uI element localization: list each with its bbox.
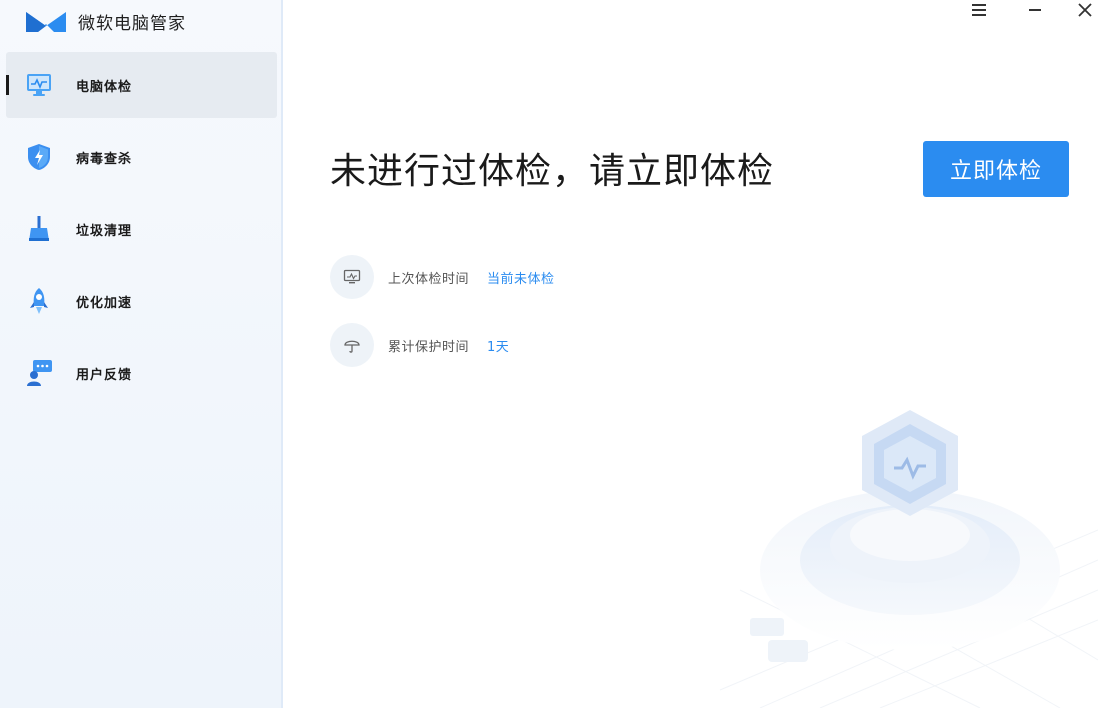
last-checkup-label: 上次体检时间 bbox=[388, 271, 470, 287]
sidebar-item-label: 电脑体检 bbox=[76, 79, 133, 95]
protection-time-value: 1天 bbox=[487, 339, 510, 355]
minimize-icon[interactable] bbox=[1022, 0, 1048, 20]
sidebar-item-optimize-speed[interactable]: 优化加速 bbox=[6, 268, 277, 334]
protection-time-row: 累计保护时间 1天 bbox=[330, 323, 509, 367]
broom-icon bbox=[24, 214, 54, 244]
sidebar-item-junk-cleanup[interactable]: 垃圾清理 bbox=[6, 196, 277, 262]
brand: 微软电脑管家 bbox=[26, 6, 186, 36]
checkup-illustration bbox=[719, 410, 1098, 708]
feedback-user-icon bbox=[24, 358, 54, 388]
page-headline: 未进行过体检，请立即体检 bbox=[330, 151, 775, 192]
last-checkup-value: 当前未体检 bbox=[487, 271, 555, 287]
sidebar-item-user-feedback[interactable]: 用户反馈 bbox=[6, 340, 277, 406]
app-logo-icon bbox=[26, 12, 66, 32]
start-checkup-button[interactable]: 立即体检 bbox=[923, 141, 1069, 197]
sidebar: 微软电脑管家 电脑体检 病毒查杀 垃圾清理 优化加速 用户反馈 bbox=[0, 0, 283, 708]
sidebar-item-label: 优化加速 bbox=[76, 295, 133, 311]
last-checkup-row: 上次体检时间 当前未体检 bbox=[330, 255, 555, 299]
umbrella-icon bbox=[330, 323, 374, 367]
protection-time-label: 累计保护时间 bbox=[388, 339, 470, 355]
hamburger-menu-icon[interactable] bbox=[966, 0, 992, 20]
sidebar-item-virus-scan[interactable]: 病毒查杀 bbox=[6, 124, 277, 190]
sidebar-item-pc-checkup[interactable]: 电脑体检 bbox=[6, 52, 277, 118]
monitor-icon bbox=[330, 255, 374, 299]
pc-manager-window: 微软电脑管家 电脑体检 病毒查杀 垃圾清理 优化加速 用户反馈 未进行过体检，请… bbox=[0, 0, 1098, 708]
sidebar-item-label: 病毒查杀 bbox=[76, 151, 133, 167]
monitor-check-icon bbox=[24, 70, 54, 100]
sidebar-item-label: 垃圾清理 bbox=[76, 223, 133, 239]
app-title: 微软电脑管家 bbox=[78, 13, 186, 34]
close-icon[interactable] bbox=[1072, 0, 1098, 20]
rocket-icon bbox=[24, 286, 54, 316]
shield-lightning-icon bbox=[24, 142, 54, 172]
sidebar-item-label: 用户反馈 bbox=[76, 367, 133, 383]
active-indicator bbox=[6, 75, 9, 95]
